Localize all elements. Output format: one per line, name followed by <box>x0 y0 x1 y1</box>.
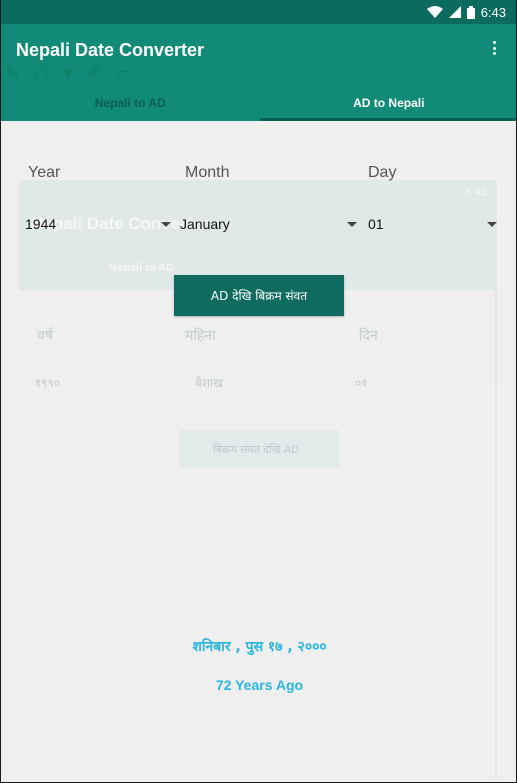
app-frame: 6:43 ✎ ○ ▾ ✐ ▭ Nepali Date Converter Nep… <box>0 0 517 783</box>
ghost-app-bar: 6:42 Nepali Date Converter Nepali to AD <box>19 180 497 290</box>
ghost-tool-icon: ✎ <box>5 62 21 84</box>
signal-icon <box>448 6 461 18</box>
month-dropdown-icon <box>347 221 357 227</box>
year-value: 1944 <box>25 216 57 232</box>
ghost-month-value: बैशाख <box>195 376 223 390</box>
day-value: 01 <box>368 216 384 232</box>
day-label: Day <box>368 164 397 181</box>
ghost-year-value: १९९० <box>35 376 60 390</box>
app-bar: ✎ ○ ▾ ✐ ▭ Nepali Date Converter Nepali t… <box>1 24 516 121</box>
wifi-icon <box>426 6 443 18</box>
result-years-ago: 72 Years Ago <box>215 677 304 693</box>
month-value: January <box>180 216 230 232</box>
ghost-time: 6:42 <box>465 186 487 198</box>
day-spinner[interactable]: 01 <box>368 213 497 235</box>
ghost-tool-icon: ▾ <box>63 62 73 84</box>
convert-button[interactable]: AD देखि बिक्रम संवत <box>174 275 344 316</box>
app-title: Nepali Date Converter <box>16 40 205 60</box>
day-dropdown-icon <box>487 221 497 227</box>
tab-nepali-to-ad[interactable]: Nepali to AD <box>1 84 260 121</box>
year-dropdown-icon <box>161 221 171 227</box>
result-nepali-date: शनिबार , पुस १७ , २००० <box>192 639 327 655</box>
ghost-tool-icon: ▭ <box>115 62 133 84</box>
ghost-toolbar: ✎ ○ ▾ ✐ ▭ <box>1 60 231 86</box>
year-spinner[interactable]: 1944 <box>25 213 171 235</box>
month-spinner[interactable]: January <box>180 213 357 235</box>
ghost-tool-icon: ✐ <box>86 62 102 84</box>
month-label: Month <box>185 164 230 181</box>
status-time: 6:43 <box>480 4 506 20</box>
ghost-edge <box>495 290 497 780</box>
overflow-menu-icon[interactable] <box>484 38 504 58</box>
ghost-month-label: महिना <box>185 327 216 343</box>
battery-icon <box>466 5 475 19</box>
year-label: Year <box>28 164 61 181</box>
ghost-tab: Nepali to AD <box>109 262 174 274</box>
ghost-tool-icon: ○ <box>34 62 50 84</box>
ghost-year-label: वर्ष <box>37 327 53 343</box>
tab-ad-to-nepali[interactable]: AD to Nepali <box>259 84 516 121</box>
ghost-day-value: ०१ <box>355 376 368 390</box>
status-icons <box>426 5 475 19</box>
tab-bar: Nepali to AD AD to Nepali <box>1 84 516 121</box>
status-bar: 6:43 <box>1 0 516 24</box>
ghost-day-label: दिन <box>359 327 378 343</box>
ghost-button-label: बिक्रम संवत देखि AD <box>213 444 300 456</box>
